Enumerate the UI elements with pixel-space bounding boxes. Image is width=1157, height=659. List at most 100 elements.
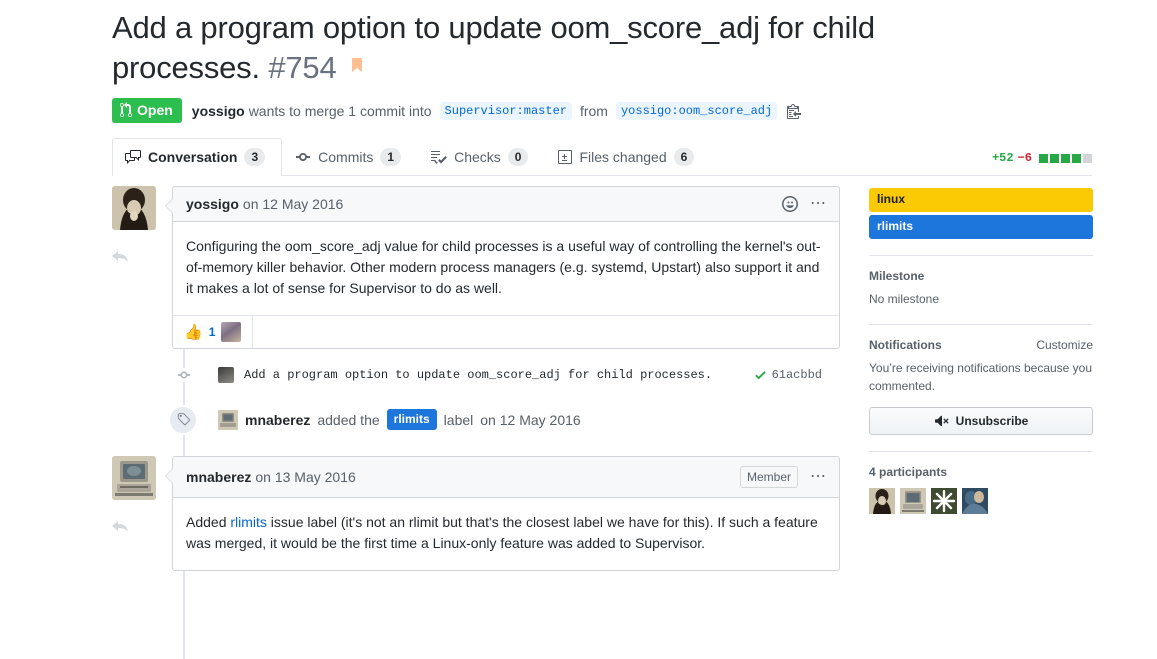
- label-link[interactable]: rlimits: [230, 514, 267, 530]
- participant-avatar[interactable]: [900, 488, 926, 514]
- merge-text-2: from: [579, 102, 608, 119]
- customize-link[interactable]: Customize: [1036, 338, 1093, 352]
- diff-block: [1061, 153, 1070, 163]
- comment-body: Configuring the oom_score_adj value for …: [186, 238, 821, 296]
- avatar-column: [112, 456, 172, 571]
- kebab-horizontal-icon[interactable]: ⋯: [810, 196, 827, 212]
- tab-navigation: Conversation 3 Commits 1 Checks 0 Files …: [112, 138, 1092, 176]
- tab-checks[interactable]: Checks 0: [418, 138, 545, 176]
- tag-icon: [168, 404, 198, 435]
- notifications-heading-label: Notifications: [869, 338, 942, 352]
- diff-block: [1039, 153, 1048, 163]
- author-association-badge: Member: [739, 466, 798, 488]
- tab-counter: 3: [244, 148, 266, 166]
- sidebar: linux rlimits Milestone No milestone Not…: [869, 188, 1093, 514]
- base-branch-ref[interactable]: Supervisor:master: [439, 101, 572, 120]
- event-author[interactable]: mnaberez: [245, 412, 310, 428]
- unsubscribe-button[interactable]: Unsubscribe: [869, 407, 1093, 435]
- participants-section: 4 participants: [869, 465, 1093, 514]
- comment-header: yossigo on 12 May 2016 ⋯: [173, 187, 839, 222]
- pr-title-text: Add a program option to update oom_score…: [112, 10, 875, 85]
- divider: [869, 324, 1093, 325]
- pull-request-icon: [120, 102, 132, 118]
- participant-avatar[interactable]: [931, 488, 957, 514]
- comment-author[interactable]: yossigo: [186, 196, 239, 212]
- tab-counter: 0: [507, 148, 529, 166]
- commit-message[interactable]: Add a program option to update oom_score…: [244, 368, 712, 382]
- bookmark-icon: [351, 57, 363, 73]
- avatar[interactable]: [218, 409, 238, 430]
- status-badge-label: Open: [137, 102, 173, 118]
- reactions-bar: 👍 1: [173, 315, 839, 348]
- commit-sha[interactable]: 61acbbd: [772, 368, 822, 382]
- head-branch-ref[interactable]: yossigo:oom_score_adj: [615, 101, 778, 120]
- kebab-horizontal-icon[interactable]: ⋯: [810, 469, 827, 485]
- participant-avatar[interactable]: [962, 488, 988, 514]
- status-badge: Open: [112, 98, 182, 123]
- reply-icon[interactable]: [112, 518, 172, 534]
- file-diff-icon: [558, 149, 573, 165]
- milestone-value: No milestone: [869, 292, 940, 306]
- diff-stat: +52 −6: [992, 151, 1092, 175]
- tab-commits[interactable]: Commits 1: [282, 138, 418, 176]
- comment-timestamp: on 13 May 2016: [255, 469, 356, 485]
- divider: [869, 255, 1093, 256]
- tab-files-changed[interactable]: Files changed 6: [545, 138, 711, 176]
- pull-request-page: Add a program option to update oom_score…: [0, 0, 1157, 659]
- comment-author[interactable]: mnaberez: [186, 469, 251, 485]
- comment-header: mnaberez on 13 May 2016 Member ⋯: [173, 457, 839, 498]
- page-title: Add a program option to update oom_score…: [112, 8, 902, 88]
- git-commit-icon: [177, 368, 191, 382]
- diff-block: [1050, 153, 1059, 163]
- checklist-icon: [431, 149, 448, 165]
- commit-meta: 61acbbd: [754, 368, 840, 382]
- reply-icon[interactable]: [112, 248, 172, 264]
- thumbsup-icon: 👍: [184, 324, 203, 341]
- comment-yossigo: yossigo on 12 May 2016 ⋯ Configuring the…: [112, 186, 840, 349]
- reaction-thumbsup[interactable]: 👍 1: [173, 316, 254, 348]
- diff-block: [1072, 153, 1081, 163]
- diff-additions: +52: [991, 151, 1014, 165]
- notifications-heading: Notifications Customize: [869, 338, 1093, 352]
- diff-blocks: [1039, 153, 1092, 163]
- comment-container: mnaberez on 13 May 2016 Member ⋯ Added r…: [165, 456, 840, 571]
- comment-actions: Member ⋯: [739, 466, 827, 488]
- diff-block: [1083, 153, 1092, 163]
- pr-meta: Open yossigo wants to merge 1 commit int…: [112, 98, 1092, 123]
- pr-header: Add a program option to update oom_score…: [112, 8, 1092, 123]
- sidebar-label-linux[interactable]: linux: [869, 188, 1093, 212]
- tab-conversation[interactable]: Conversation 3: [112, 138, 283, 176]
- merge-description: yossigo wants to merge 1 commit into Sup…: [192, 101, 802, 120]
- unsubscribe-label: Unsubscribe: [955, 414, 1029, 428]
- merge-text-1: wants to merge 1 commit into: [248, 102, 432, 119]
- participant-avatar[interactable]: [869, 488, 895, 514]
- mute-icon: [934, 414, 950, 428]
- comment-timestamp: on 12 May 2016: [242, 196, 344, 212]
- event-timestamp: on 12 May 2016: [480, 411, 581, 428]
- reactor-avatar: [221, 322, 242, 342]
- label-event-content: mnaberez added the rlimits label on 12 M…: [218, 409, 581, 430]
- comment-actions: ⋯: [782, 196, 827, 212]
- pr-number: #754: [268, 50, 337, 85]
- notifications-section: Notifications Customize You’re receiving…: [869, 338, 1093, 435]
- smiley-icon[interactable]: [782, 196, 798, 212]
- avatar[interactable]: [218, 367, 234, 383]
- pr-author[interactable]: yossigo: [192, 103, 245, 119]
- event-text-before: added the: [317, 411, 380, 428]
- copy-icon[interactable]: [787, 103, 802, 119]
- comment-mnaberez: mnaberez on 13 May 2016 Member ⋯ Added r…: [112, 456, 840, 571]
- avatar[interactable]: [112, 186, 156, 230]
- divider: [869, 451, 1093, 452]
- event-text-after: label: [443, 411, 474, 428]
- tab-label: Files changed: [579, 149, 667, 165]
- sidebar-label-rlimits[interactable]: rlimits: [869, 215, 1093, 239]
- comment-discussion-icon: [125, 149, 141, 165]
- reaction-count: 1: [208, 325, 216, 339]
- avatar-column: [112, 186, 172, 349]
- avatar[interactable]: [112, 456, 156, 500]
- diff-deletions: −6: [1017, 151, 1032, 165]
- label-chip[interactable]: rlimits: [386, 409, 437, 430]
- check-icon: [754, 368, 767, 382]
- comment-container: yossigo on 12 May 2016 ⋯ Configuring the…: [165, 186, 840, 349]
- participants-list: [869, 488, 1093, 514]
